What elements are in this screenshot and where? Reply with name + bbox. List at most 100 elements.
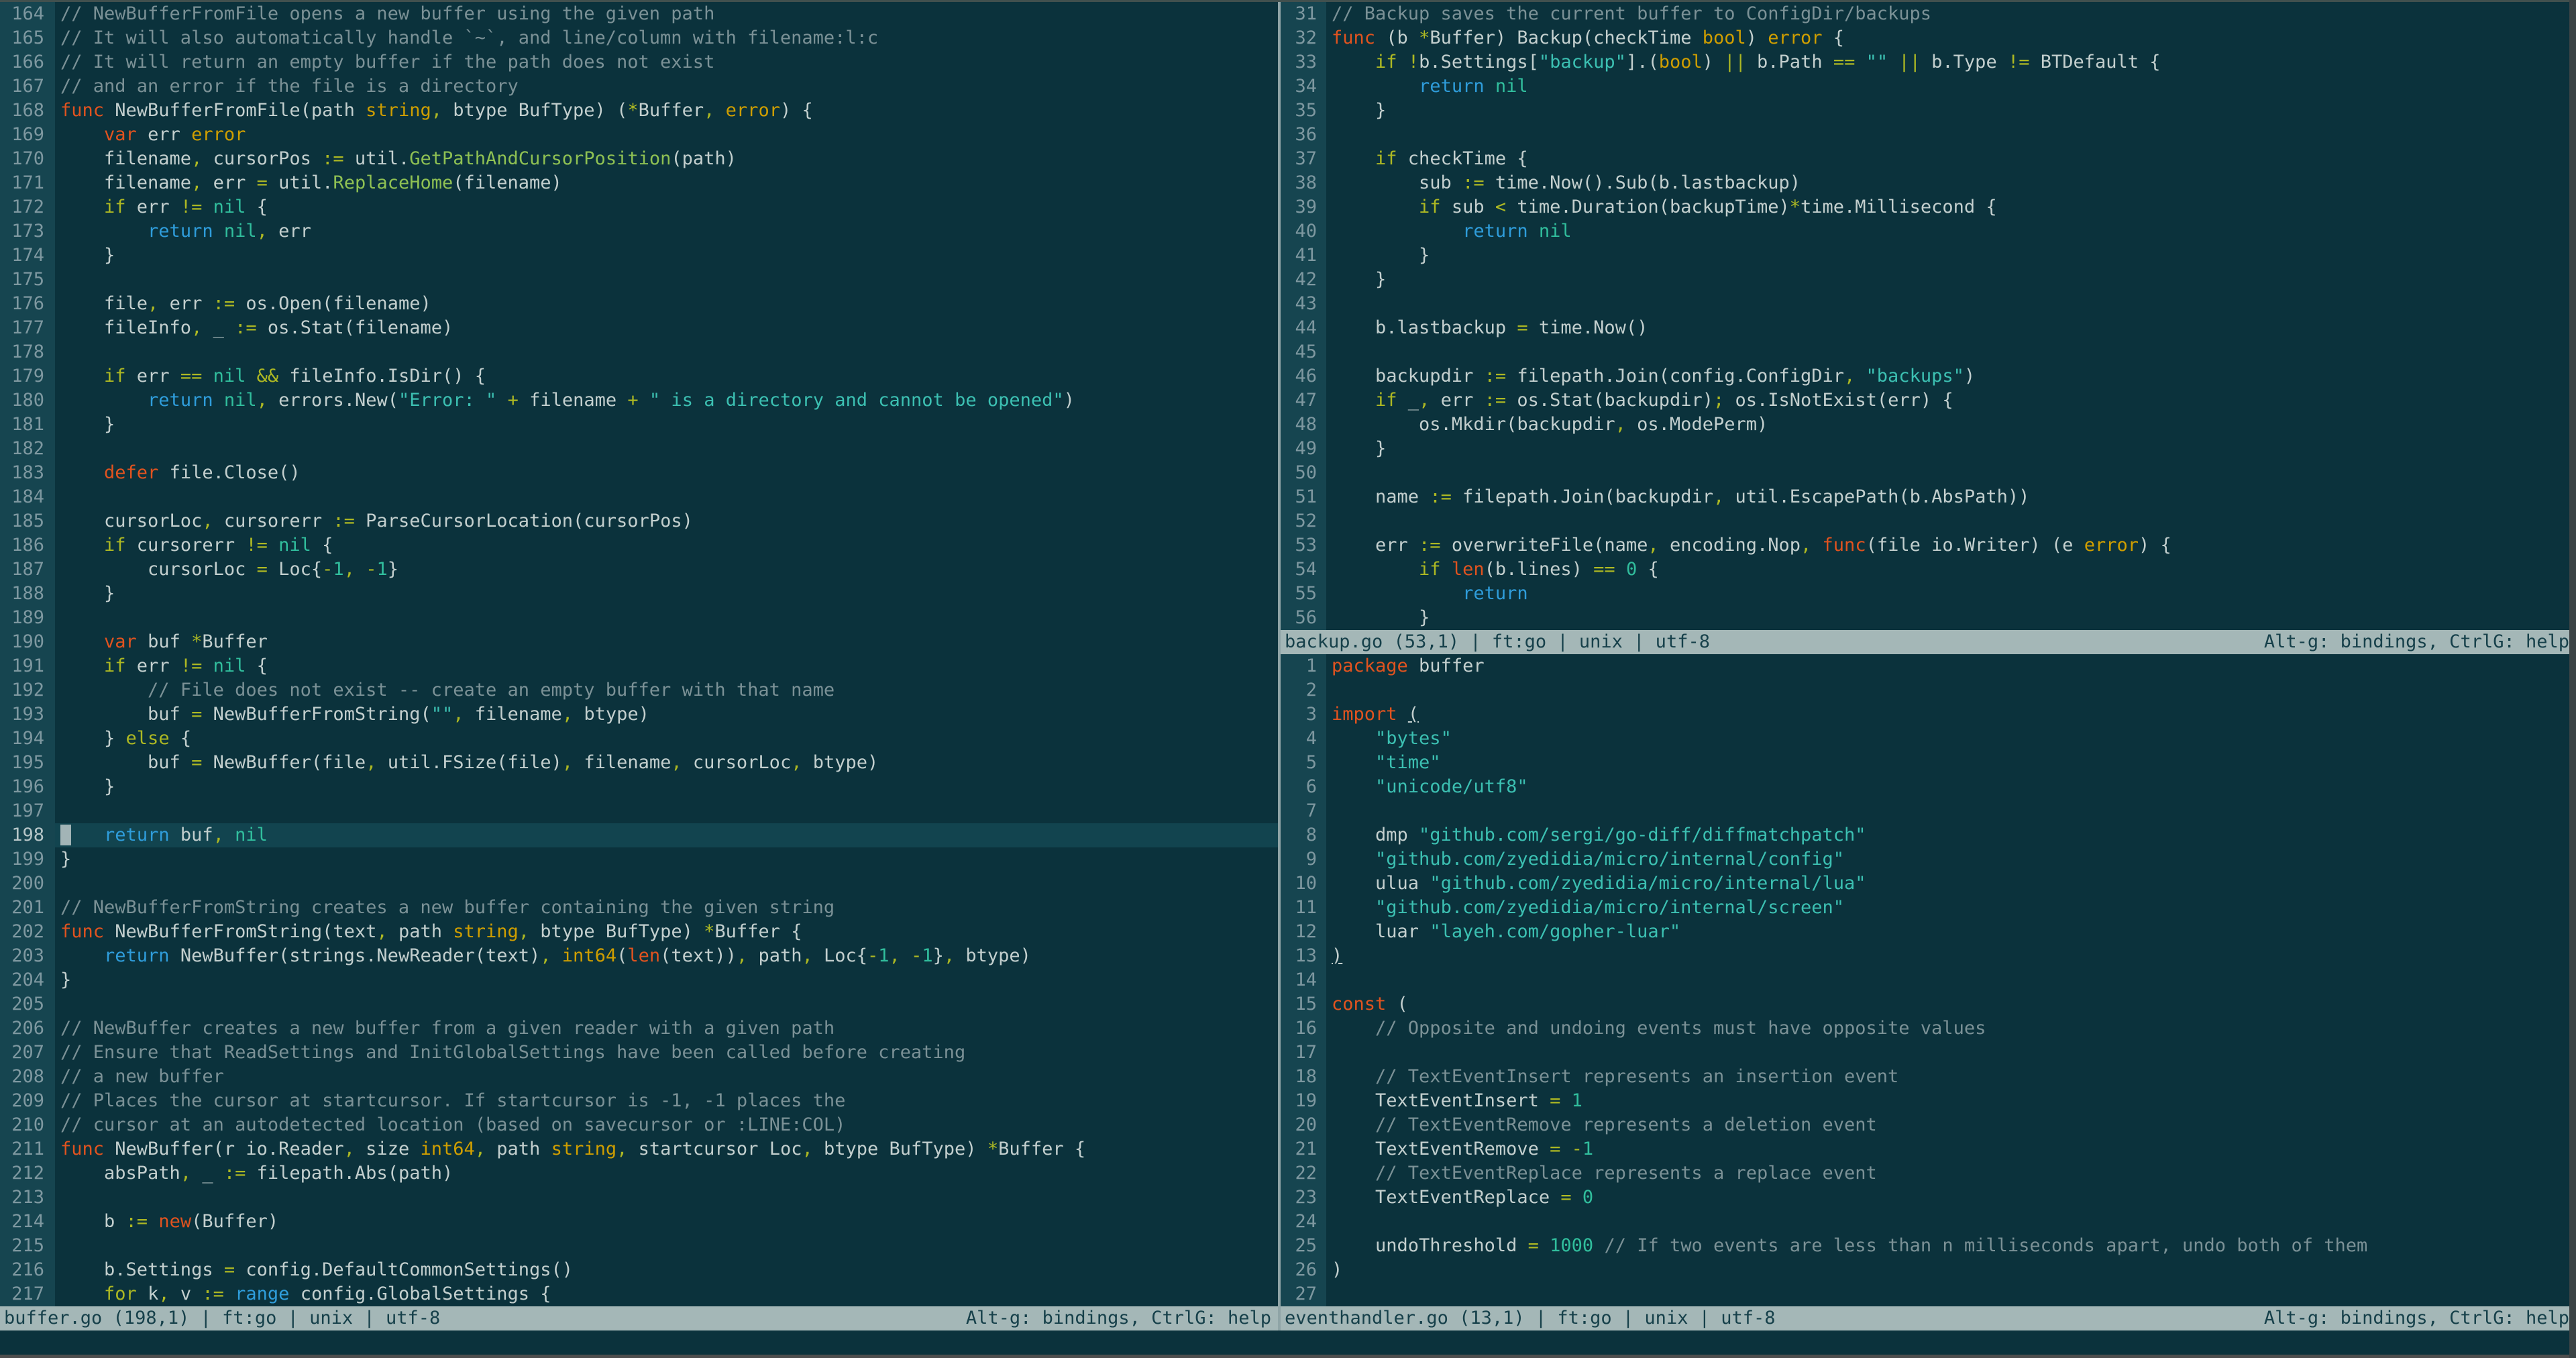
code-line[interactable]: 13) [1281, 944, 2576, 968]
code-line[interactable]: 3 import ( [1281, 702, 2576, 727]
code-line[interactable]: 190 var buf *Buffer [0, 630, 1278, 654]
code-line[interactable]: 193 buf = NewBufferFromString("", filena… [0, 702, 1278, 727]
code-line[interactable]: 55 return [1281, 582, 2576, 606]
code-line[interactable]: 186 if cursorerr != nil { [0, 533, 1278, 558]
code-line[interactable]: 176 file, err := os.Open(filename) [0, 292, 1278, 316]
editor-pane-buffer-go[interactable]: 164// NewBufferFromFile opens a new buff… [0, 2, 1278, 1306]
code-line[interactable]: 12 luar "layeh.com/gopher-luar" [1281, 920, 2576, 944]
code-line[interactable]: 194 } else { [0, 727, 1278, 751]
code-line[interactable]: 25 undoThreshold = 1000 // If two events… [1281, 1234, 2576, 1258]
code-line[interactable]: 179 if err == nil && fileInfo.IsDir() { [0, 364, 1278, 388]
code-line[interactable]: 23 TextEventReplace = 0 [1281, 1186, 2576, 1210]
code-line[interactable]: 15 const ( [1281, 992, 2576, 1016]
code-line[interactable]: 201// NewBufferFromString creates a new … [0, 896, 1278, 920]
code-line[interactable]: 195 buf = NewBuffer(file, util.FSize(fil… [0, 751, 1278, 775]
code-line[interactable]: 213 [0, 1186, 1278, 1210]
code-line[interactable]: 210// cursor at an autodetected location… [0, 1113, 1278, 1137]
code-line[interactable]: 212 absPath, _ := filepath.Abs(path) [0, 1161, 1278, 1186]
code-line[interactable]: 7 [1281, 799, 2576, 823]
code-line[interactable]: 22 // TextEventReplace represents a repl… [1281, 1161, 2576, 1186]
code-line[interactable]: 26) [1281, 1258, 2576, 1282]
code-line[interactable]: 37 if checkTime { [1281, 147, 2576, 171]
code-line[interactable]: 20 // TextEventRemove represents a delet… [1281, 1113, 2576, 1137]
code-line[interactable]: 6 "unicode/utf8" [1281, 775, 2576, 799]
code-line[interactable]: 169 var err error [0, 123, 1278, 147]
code-line[interactable]: 189 [0, 606, 1278, 630]
code-line[interactable]: 209// Places the cursor at startcursor. … [0, 1089, 1278, 1113]
code-line[interactable]: 2 [1281, 678, 2576, 702]
code-line[interactable]: 40 return nil [1281, 219, 2576, 244]
code-line[interactable]: 1 package buffer [1281, 654, 2576, 678]
code-line[interactable]: 217 for k, v := range config.GlobalSetti… [0, 1282, 1278, 1306]
code-line[interactable]: 199} [0, 847, 1278, 872]
code-line[interactable]: 16 // Opposite and undoing events must h… [1281, 1016, 2576, 1041]
code-line[interactable]: 171 filename, err = util.ReplaceHome(fil… [0, 171, 1278, 195]
code-line[interactable]: 208// a new buffer [0, 1065, 1278, 1089]
code-line[interactable]: 34 return nil [1281, 74, 2576, 99]
code-line[interactable]: 207// Ensure that ReadSettings and InitG… [0, 1041, 1278, 1065]
code-line[interactable]: 53 err := overwriteFile(name, encoding.N… [1281, 533, 2576, 558]
code-line[interactable]: 198 return buf, nil [0, 823, 1278, 847]
code-line[interactable]: 41 } [1281, 244, 2576, 268]
code-line[interactable]: 183 defer file.Close() [0, 461, 1278, 485]
code-line[interactable]: 47 if _, err := os.Stat(backupdir); os.I… [1281, 388, 2576, 413]
code-line[interactable]: 35 } [1281, 99, 2576, 123]
code-line[interactable]: 11 "github.com/zyedidia/micro/internal/s… [1281, 896, 2576, 920]
code-line[interactable]: 5 "time" [1281, 751, 2576, 775]
code-line[interactable]: 27 [1281, 1282, 2576, 1306]
code-line[interactable]: 185 cursorLoc, cursorerr := ParseCursorL… [0, 509, 1278, 533]
code-line[interactable]: 33 if !b.Settings["backup"].(bool) || b.… [1281, 50, 2576, 74]
code-line[interactable]: 206// NewBuffer creates a new buffer fro… [0, 1016, 1278, 1041]
code-line[interactable]: 196 } [0, 775, 1278, 799]
code-line[interactable]: 19 TextEventInsert = 1 [1281, 1089, 2576, 1113]
code-line[interactable]: 177 fileInfo, _ := os.Stat(filename) [0, 316, 1278, 340]
code-line[interactable]: 170 filename, cursorPos := util.GetPathA… [0, 147, 1278, 171]
code-line[interactable]: 214 b := new(Buffer) [0, 1210, 1278, 1234]
code-line[interactable]: 168 func NewBufferFromFile(path string, b… [0, 99, 1278, 123]
code-line[interactable]: 211 func NewBuffer(r io.Reader, size int6… [0, 1137, 1278, 1161]
code-line[interactable]: 192 // File does not exist -- create an … [0, 678, 1278, 702]
code-line[interactable]: 17 [1281, 1041, 2576, 1065]
code-line[interactable]: 9 "github.com/zyedidia/micro/internal/co… [1281, 847, 2576, 872]
code-line[interactable]: 181 } [0, 413, 1278, 437]
code-line[interactable]: 21 TextEventRemove = -1 [1281, 1137, 2576, 1161]
code-line[interactable]: 187 cursorLoc = Loc{-1, -1} [0, 558, 1278, 582]
code-line[interactable]: 50 [1281, 461, 2576, 485]
code-line[interactable]: 44 b.lastbackup = time.Now() [1281, 316, 2576, 340]
code-line[interactable]: 173 return nil, err [0, 219, 1278, 244]
code-line[interactable]: 56 } [1281, 606, 2576, 630]
code-line[interactable]: 191 if err != nil { [0, 654, 1278, 678]
code-line[interactable]: 167// and an error if the file is a dire… [0, 74, 1278, 99]
code-line[interactable]: 188 } [0, 582, 1278, 606]
code-line[interactable]: 8 dmp "github.com/sergi/go-diff/diffmatc… [1281, 823, 2576, 847]
code-line[interactable]: 166// It will return an empty buffer if … [0, 50, 1278, 74]
code-line[interactable]: 38 sub := time.Now().Sub(b.lastbackup) [1281, 171, 2576, 195]
code-line[interactable]: 39 if sub < time.Duration(backupTime)*ti… [1281, 195, 2576, 219]
code-line[interactable]: 182 [0, 437, 1278, 461]
code-line[interactable]: 18 // TextEventInsert represents an inse… [1281, 1065, 2576, 1089]
code-line[interactable]: 184 [0, 485, 1278, 509]
code-line[interactable]: 174 } [0, 244, 1278, 268]
code-line[interactable]: 24 [1281, 1210, 2576, 1234]
code-line[interactable]: 43 [1281, 292, 2576, 316]
code-line[interactable]: 215 [0, 1234, 1278, 1258]
code-line[interactable]: 42 } [1281, 268, 2576, 292]
code-line[interactable]: 200 [0, 872, 1278, 896]
code-line[interactable]: 197 [0, 799, 1278, 823]
code-line[interactable]: 10 ulua "github.com/zyedidia/micro/inter… [1281, 872, 2576, 896]
code-line[interactable]: 51 name := filepath.Join(backupdir, util… [1281, 485, 2576, 509]
code-line[interactable]: 4 "bytes" [1281, 727, 2576, 751]
code-line[interactable]: 204} [0, 968, 1278, 992]
editor-pane-backup-go[interactable]: 31 // Backup saves the current buffer to … [1281, 2, 2576, 630]
code-line[interactable]: 202 func NewBufferFromString(text, path s… [0, 920, 1278, 944]
code-line[interactable]: 14 [1281, 968, 2576, 992]
code-line[interactable]: 205 [0, 992, 1278, 1016]
code-line[interactable]: 165// It will also automatically handle … [0, 26, 1278, 50]
code-line[interactable]: 216 b.Settings = config.DefaultCommonSet… [0, 1258, 1278, 1282]
code-line[interactable]: 31 // Backup saves the current buffer to … [1281, 2, 2576, 26]
code-line[interactable]: 45 [1281, 340, 2576, 364]
command-bar[interactable] [0, 1330, 2576, 1355]
code-line[interactable]: 172 if err != nil { [0, 195, 1278, 219]
code-line[interactable]: 52 [1281, 509, 2576, 533]
editor-pane-eventhandler-go[interactable]: 1 package buffer 2 3 import (4 "bytes" 5 "tim… [1281, 654, 2576, 1306]
